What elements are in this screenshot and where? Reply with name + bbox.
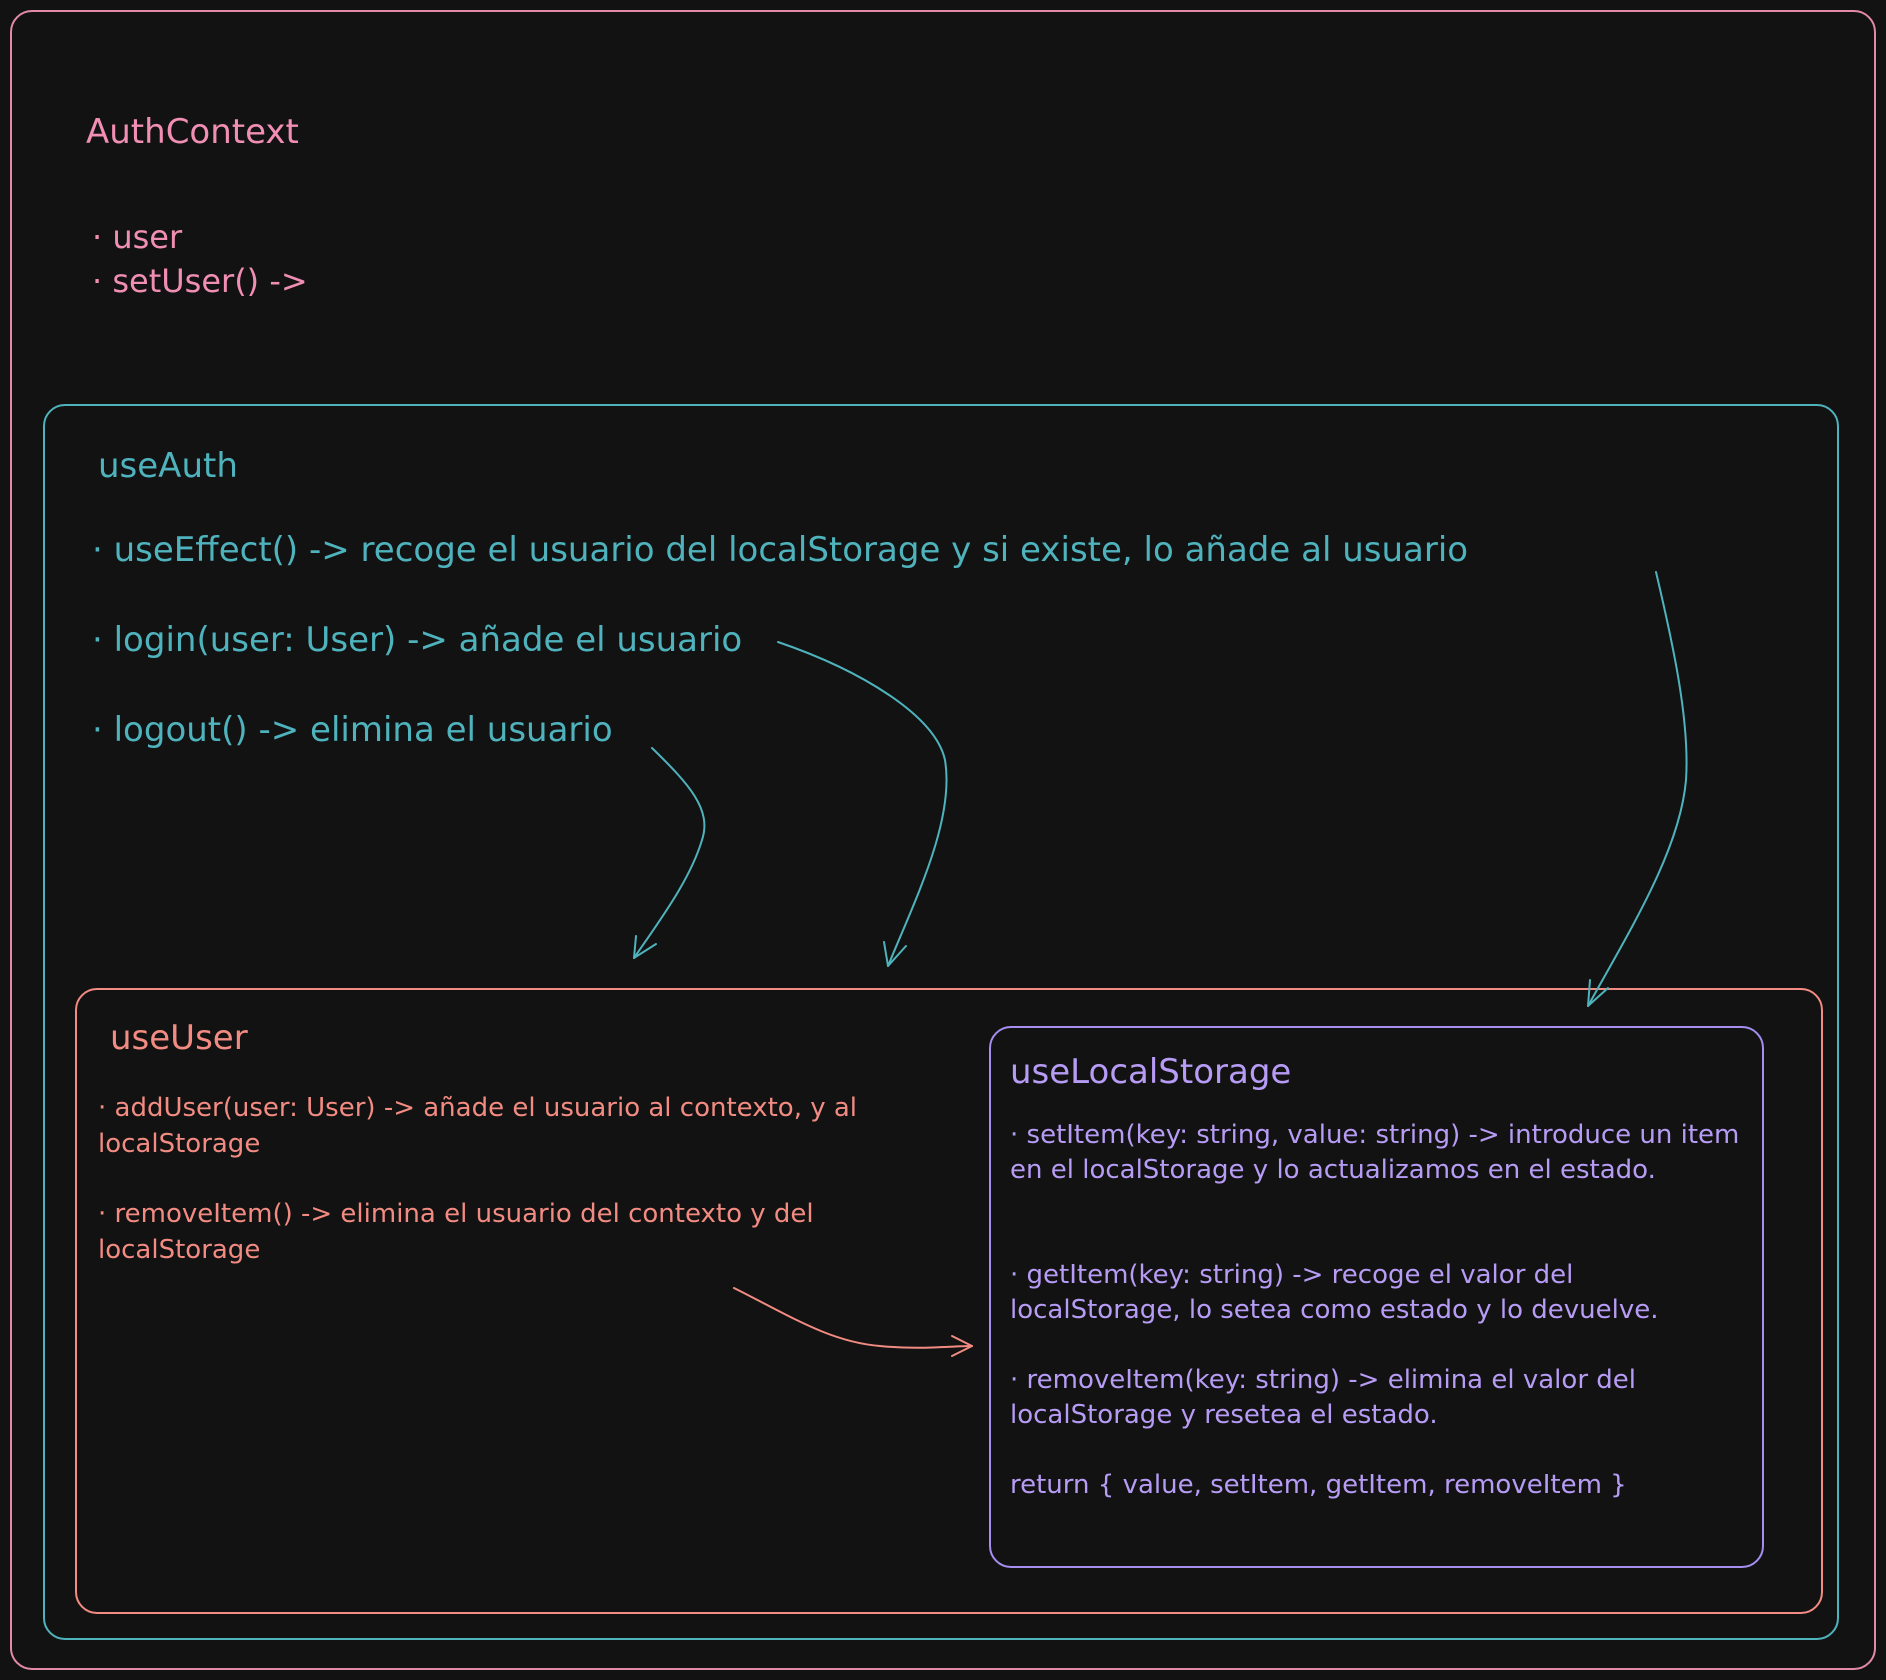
- arrow-useeffect-to-uls: [1587, 571, 1688, 1007]
- arrow-logout-to-useuser: [633, 747, 706, 959]
- diagram-canvas: AuthContext · user · setUser() -> useAut…: [0, 0, 1886, 1680]
- arrow-useuser-to-uls: [733, 1287, 973, 1349]
- arrow-login-to-useuser-head: [883, 941, 907, 967]
- connector-arrows: [633, 571, 1688, 1357]
- arrow-useeffect-to-uls-head: [1587, 979, 1609, 1007]
- arrow-login-to-useuser: [777, 641, 948, 967]
